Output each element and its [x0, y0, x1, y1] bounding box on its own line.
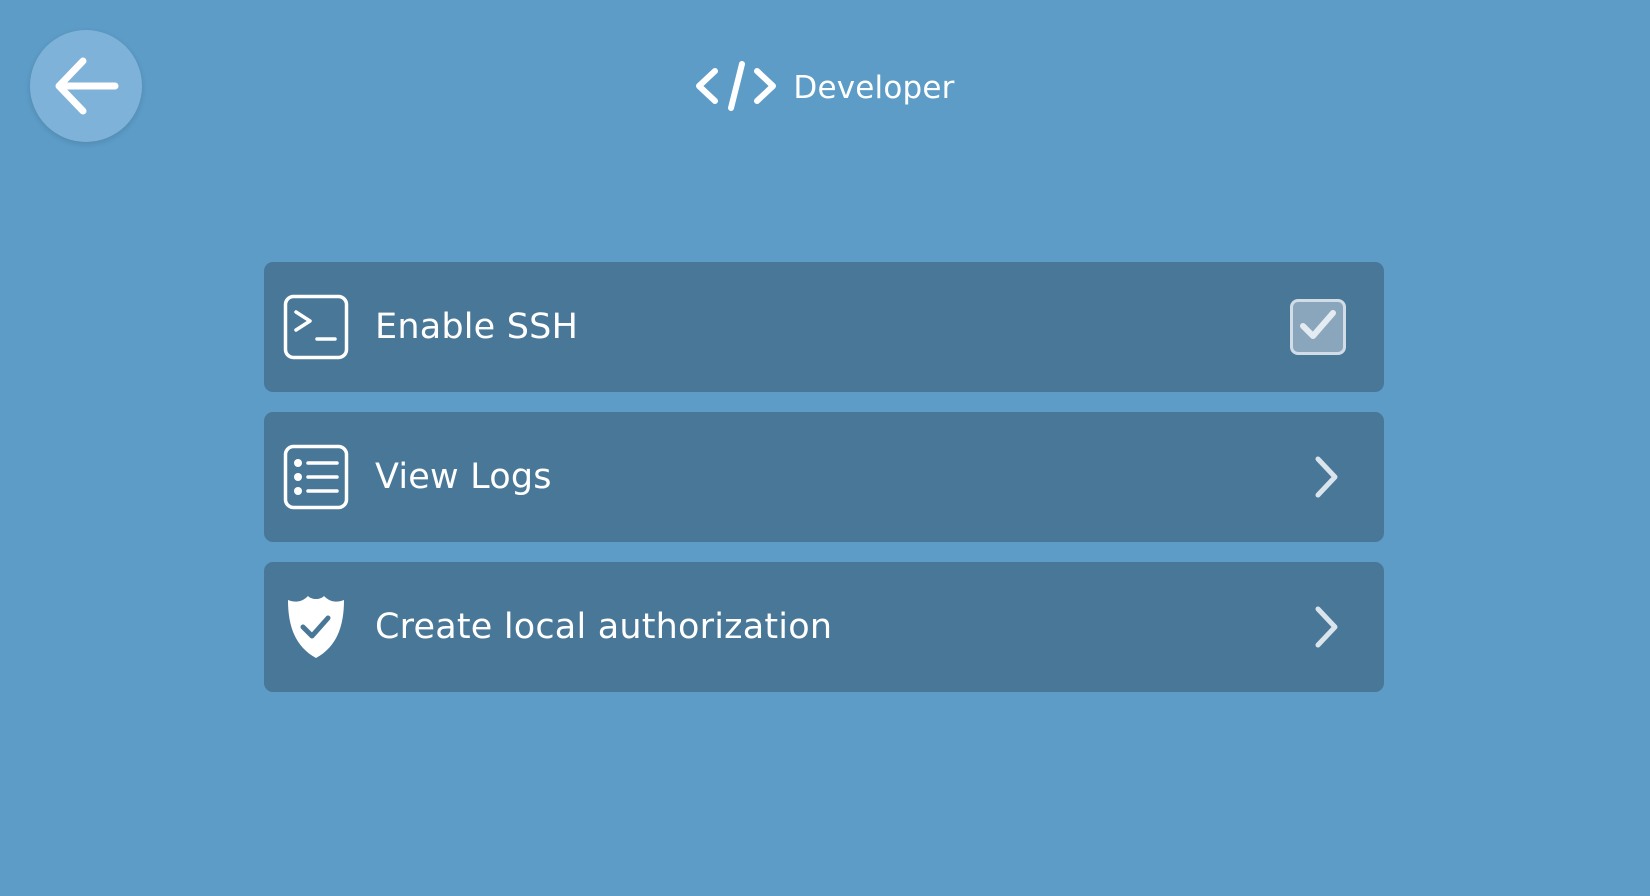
code-icon — [695, 61, 777, 115]
menu-item-label: Create local authorization — [375, 607, 833, 647]
menu-item-enable-ssh[interactable]: Enable SSH — [264, 262, 1384, 392]
page-title: Developer — [793, 70, 955, 106]
enable-ssh-checkbox[interactable] — [1290, 299, 1346, 355]
menu-item-label: Enable SSH — [375, 307, 579, 347]
page-header: Developer — [0, 60, 1650, 116]
checkmark-icon — [1298, 308, 1338, 346]
shield-check-icon — [283, 594, 349, 660]
terminal-icon — [283, 294, 349, 360]
menu-item-label: View Logs — [375, 457, 552, 497]
chevron-right-icon — [1306, 449, 1346, 505]
list-icon — [283, 444, 349, 510]
menu-item-create-local-authorization[interactable]: Create local authorization — [264, 562, 1384, 692]
chevron-right-icon — [1306, 599, 1346, 655]
menu-item-view-logs[interactable]: View Logs — [264, 412, 1384, 542]
developer-menu: Enable SSH View Logs Create local author… — [264, 262, 1384, 712]
